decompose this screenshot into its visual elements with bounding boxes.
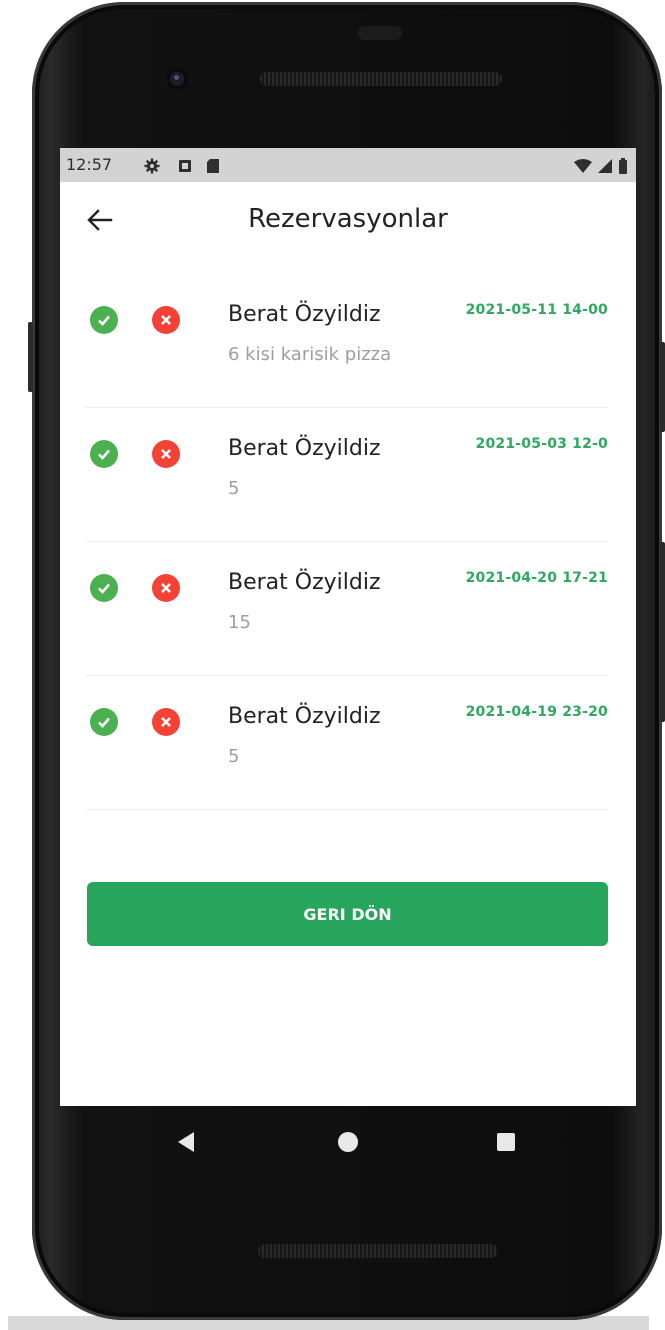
reservation-item: Berat Özyildiz 5 2021-05-03 12-0	[60, 408, 636, 542]
nav-back-button[interactable]	[172, 1128, 200, 1156]
check-icon	[98, 583, 110, 594]
nav-back-icon	[178, 1132, 194, 1152]
top-speaker	[260, 72, 502, 86]
status-time: 12:57	[66, 155, 113, 174]
accept-button[interactable]	[90, 708, 118, 736]
app-bar: Rezervasyonlar	[60, 182, 636, 258]
reservation-item: Berat Özyildiz 6 kisi karisik pizza 2021…	[60, 274, 636, 408]
device-stage: 12:57 Rezervasyonlar Berat Özyildiz 6 ki…	[0, 0, 665, 1330]
system-nav-bar	[60, 1106, 636, 1176]
app-screen: 12:57 Rezervasyonlar Berat Özyildiz 6 ki…	[60, 148, 636, 1106]
nav-recents-icon	[497, 1133, 515, 1151]
nav-home-icon	[338, 1132, 358, 1152]
reservation-name: Berat Özyildiz	[228, 302, 381, 327]
reservation-item: Berat Özyildiz 5 2021-04-19 23-20	[60, 676, 636, 810]
check-icon	[98, 717, 110, 728]
check-icon	[98, 449, 110, 460]
reservation-note: 15	[228, 612, 251, 633]
a-box-icon	[178, 148, 192, 182]
reservation-name: Berat Özyildiz	[228, 570, 381, 595]
divider	[86, 809, 608, 810]
reservation-name: Berat Özyildiz	[228, 704, 381, 729]
reservation-note: 5	[228, 478, 240, 499]
close-icon	[161, 583, 171, 593]
reject-button[interactable]	[152, 574, 180, 602]
nav-home-button[interactable]	[334, 1128, 362, 1156]
volume-button	[28, 322, 33, 392]
reservation-date: 2021-04-20 17-21	[465, 570, 608, 586]
power-button	[660, 342, 665, 432]
accept-button[interactable]	[90, 574, 118, 602]
status-right-icons	[574, 148, 628, 182]
reject-button[interactable]	[152, 306, 180, 334]
reservation-note: 5	[228, 746, 240, 767]
reservation-date: 2021-05-03 12-0	[475, 436, 608, 452]
volume-rocker	[660, 542, 665, 722]
close-icon	[161, 449, 171, 459]
check-icon	[98, 315, 110, 326]
bottom-speaker	[258, 1244, 498, 1258]
reservation-date: 2021-04-19 23-20	[465, 704, 608, 720]
reservation-date: 2021-05-11 14-00	[465, 302, 608, 318]
reject-button[interactable]	[152, 440, 180, 468]
gear-icon	[144, 148, 160, 182]
accept-button[interactable]	[90, 306, 118, 334]
close-icon	[161, 315, 171, 325]
reservation-note: 6 kisi karisik pizza	[228, 344, 392, 365]
earpiece	[358, 26, 402, 40]
front-camera-icon	[166, 68, 188, 90]
reservation-item: Berat Özyildiz 15 2021-04-20 17-21	[60, 542, 636, 676]
nav-recents-button[interactable]	[492, 1128, 520, 1156]
signal-icon	[598, 159, 613, 174]
wifi-icon	[574, 159, 593, 174]
close-icon	[161, 717, 171, 727]
sd-card-icon	[206, 148, 220, 182]
status-bar: 12:57	[60, 148, 636, 182]
battery-icon	[619, 158, 627, 175]
reservation-list: Berat Özyildiz 6 kisi karisik pizza 2021…	[60, 274, 636, 810]
accept-button[interactable]	[90, 440, 118, 468]
page-title: Rezervasyonlar	[248, 204, 448, 234]
reject-button[interactable]	[152, 708, 180, 736]
reservation-name: Berat Özyildiz	[228, 436, 381, 461]
geri-don-button[interactable]: GERI DÖN	[87, 882, 608, 946]
